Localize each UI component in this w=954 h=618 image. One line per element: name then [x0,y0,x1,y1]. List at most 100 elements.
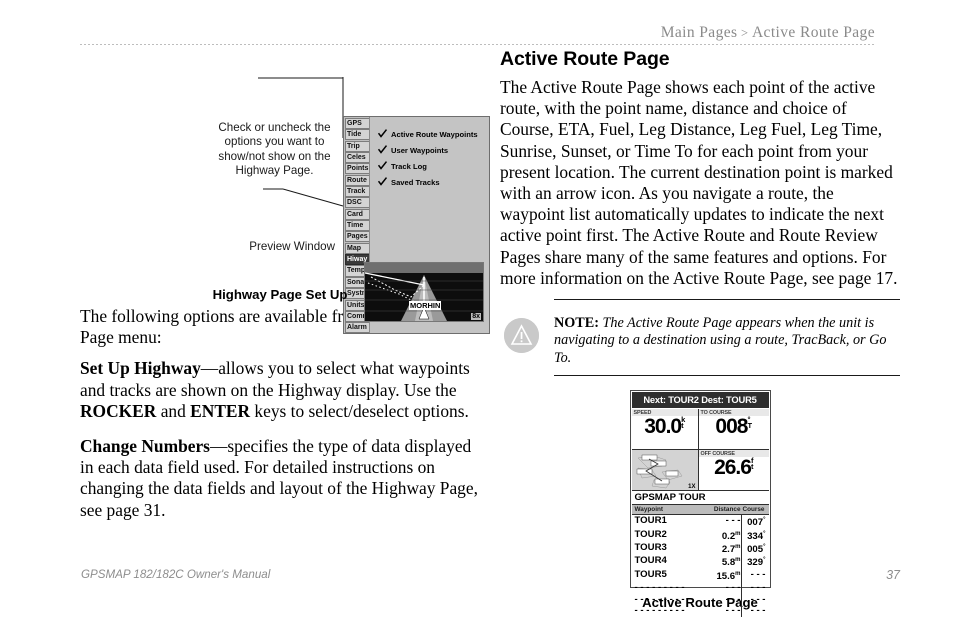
route-name: GPSMAP TOUR [631,491,769,506]
speed-number: 30.0 [644,415,682,439]
device-tab-trip[interactable]: Trip [345,140,369,152]
route-table-row[interactable]: TOUR2 0.2m 334° [632,528,769,543]
device-option-row[interactable]: User Waypoints [378,145,448,155]
warning-icon [504,318,539,354]
device-tab-track[interactable]: Track [345,186,369,198]
route-table-row[interactable]: - - - - - - - - - - - -- - - [632,593,769,606]
route-row-distance: - - - [725,593,741,605]
route-row-waypoint: TOUR2 [634,528,667,540]
route-row-distance: 0.2m [721,530,741,542]
off-course-number: 26.6 [714,456,752,480]
breadcrumb: Main Pages > Active Route Page [80,24,875,42]
route-row-distance: 2.7m [721,544,741,556]
checkmark-icon[interactable] [378,161,387,170]
note-bottom-rule [554,375,900,377]
route-row-course: - - - [740,605,769,617]
breadcrumb-separator: > [740,26,749,40]
device-option-label: User Waypoints [391,146,449,155]
device-tab-dsc[interactable]: DSC [345,197,369,209]
device-tab-time[interactable]: Time [345,220,369,232]
route-row-waypoint: - - - - - - - - - [634,582,685,594]
device-data-fields: SPEED 30.0 k t 1X TO COURSE 008 ° T OFF … [631,409,769,492]
manual-page: Main Pages > Active Route Page Check or … [0,0,954,618]
route-table-row[interactable]: TOUR4 5.8m 329° [632,555,769,569]
note-top-rule [554,299,900,301]
device-option-label: Saved Tracks [391,178,440,187]
left-column: Check or uncheck the options you want to… [80,58,490,531]
preview-zoom-level: 8x [471,313,481,320]
device-option-row[interactable]: Saved Tracks [378,177,440,187]
route-table-row[interactable]: TOUR5 15.6m - - - [632,568,769,583]
active-route-device-screenshot: Next: TOUR2 Dest: TOUR5 SPEED 30.0 k t 1… [629,390,771,617]
right-column: Active Route Page The Active Route Page … [500,48,900,617]
device-tab-pages[interactable]: Pages [345,231,369,243]
checkmark-icon[interactable] [378,129,387,138]
device-tab-route[interactable]: Route [345,174,369,186]
device-tab-celes[interactable]: Celes [345,152,369,164]
device-tab-gps[interactable]: GPS [345,118,369,130]
data-field-speed-value: 30.0 k t [632,416,698,438]
active-route-figure: Next: TOUR2 Dest: TOUR5 SPEED 30.0 k t 1… [629,390,771,617]
route-row-waypoint: - - - - - - - - - [634,593,685,605]
route-row-course: - - - [740,582,769,594]
footer-manual-title: GPSMAP 182/182C Owner's Manual [81,568,271,581]
column-header-course: Course [742,506,765,514]
route-row-course: 005° [740,542,769,556]
device-option-label: Active Route Waypoints [391,130,478,139]
device-tab-points[interactable]: Points [345,163,369,175]
device-option-row[interactable]: Active Route Waypoints [378,129,478,139]
route-row-distance: - - - [725,605,741,617]
route-table-row[interactable]: TOUR3 2.7m 005° [632,542,769,556]
device-tab-map[interactable]: Map [345,242,369,254]
highway-setup-figure: Check or uncheck the options you want to… [80,58,490,334]
key-enter: ENTER [190,400,251,421]
mini-map-zoom: 1X [688,484,696,491]
data-field-off-course: OFF COURSE 26.6 f t [698,450,769,492]
footer-page-number: 37 [886,568,900,582]
route-row-waypoint: TOUR1 [634,515,667,527]
breadcrumb-current: Active Route Page [751,24,875,41]
term-change-numbers: Change Numbers [80,436,210,457]
route-row-course: 334° [740,528,769,543]
column-header-waypoint: Waypoint [634,506,664,514]
route-table-row[interactable]: TOUR1 - - -007° [632,515,769,529]
note-text: NOTE: The Active Route Page appears when… [554,312,900,369]
option-1-text-c: keys to select/deselect options. [250,400,469,421]
note-label: NOTE: [554,315,599,332]
route-row-distance: - - - [725,582,741,594]
checkmark-icon[interactable] [378,145,387,154]
to-course-unit-bottom: T [747,421,752,431]
route-row-distance: 15.6m [716,570,741,582]
breadcrumb-main: Main Pages [660,24,738,41]
column-header-distance: Distance [713,506,741,514]
option-1-text-b: and [156,400,191,421]
route-row-course: 329° [740,555,769,569]
data-field-to-course-value: 008 ° T [699,416,769,438]
note-block: NOTE: The Active Route Page appears when… [500,299,900,377]
route-row-waypoint: TOUR5 [634,568,667,580]
route-table-row[interactable]: - - - - - - - - - - - -- - - [632,605,769,617]
route-row-distance: - - - [725,515,741,527]
device-option-label: Track Log [391,162,427,171]
device-mini-map: 1X [631,450,698,492]
off-course-unit-bottom: t [750,462,754,472]
page-title: Active Route Page [500,48,670,70]
device-tab-alarm[interactable]: Alarm [345,322,369,334]
data-field-speed: SPEED 30.0 k t [631,409,698,451]
route-table-row[interactable]: - - - - - - - - - - - -- - - [632,582,769,594]
header-divider [80,44,875,45]
route-row-course: - - - [740,568,769,583]
key-rocker: ROCKER [80,400,157,421]
note-body: The Active Route Page appears when the u… [554,315,887,366]
highway-figure-caption: Highway Page Set Up [212,287,348,302]
to-course-number: 008 [715,415,748,439]
device-option-row[interactable]: Track Log [378,161,427,171]
device-tab-tide[interactable]: Tide [345,129,369,141]
device-tab-card[interactable]: Card [345,208,369,220]
checkmark-icon[interactable] [378,177,387,186]
route-row-waypoint: TOUR3 [634,542,667,554]
option-change-numbers: Change Numbers—specifies the type of dat… [80,436,480,521]
option-setup-highway: Set Up Highway—allows you to select what… [80,358,480,422]
speed-unit-bottom: t [681,421,684,431]
route-row-waypoint: TOUR4 [634,555,667,567]
